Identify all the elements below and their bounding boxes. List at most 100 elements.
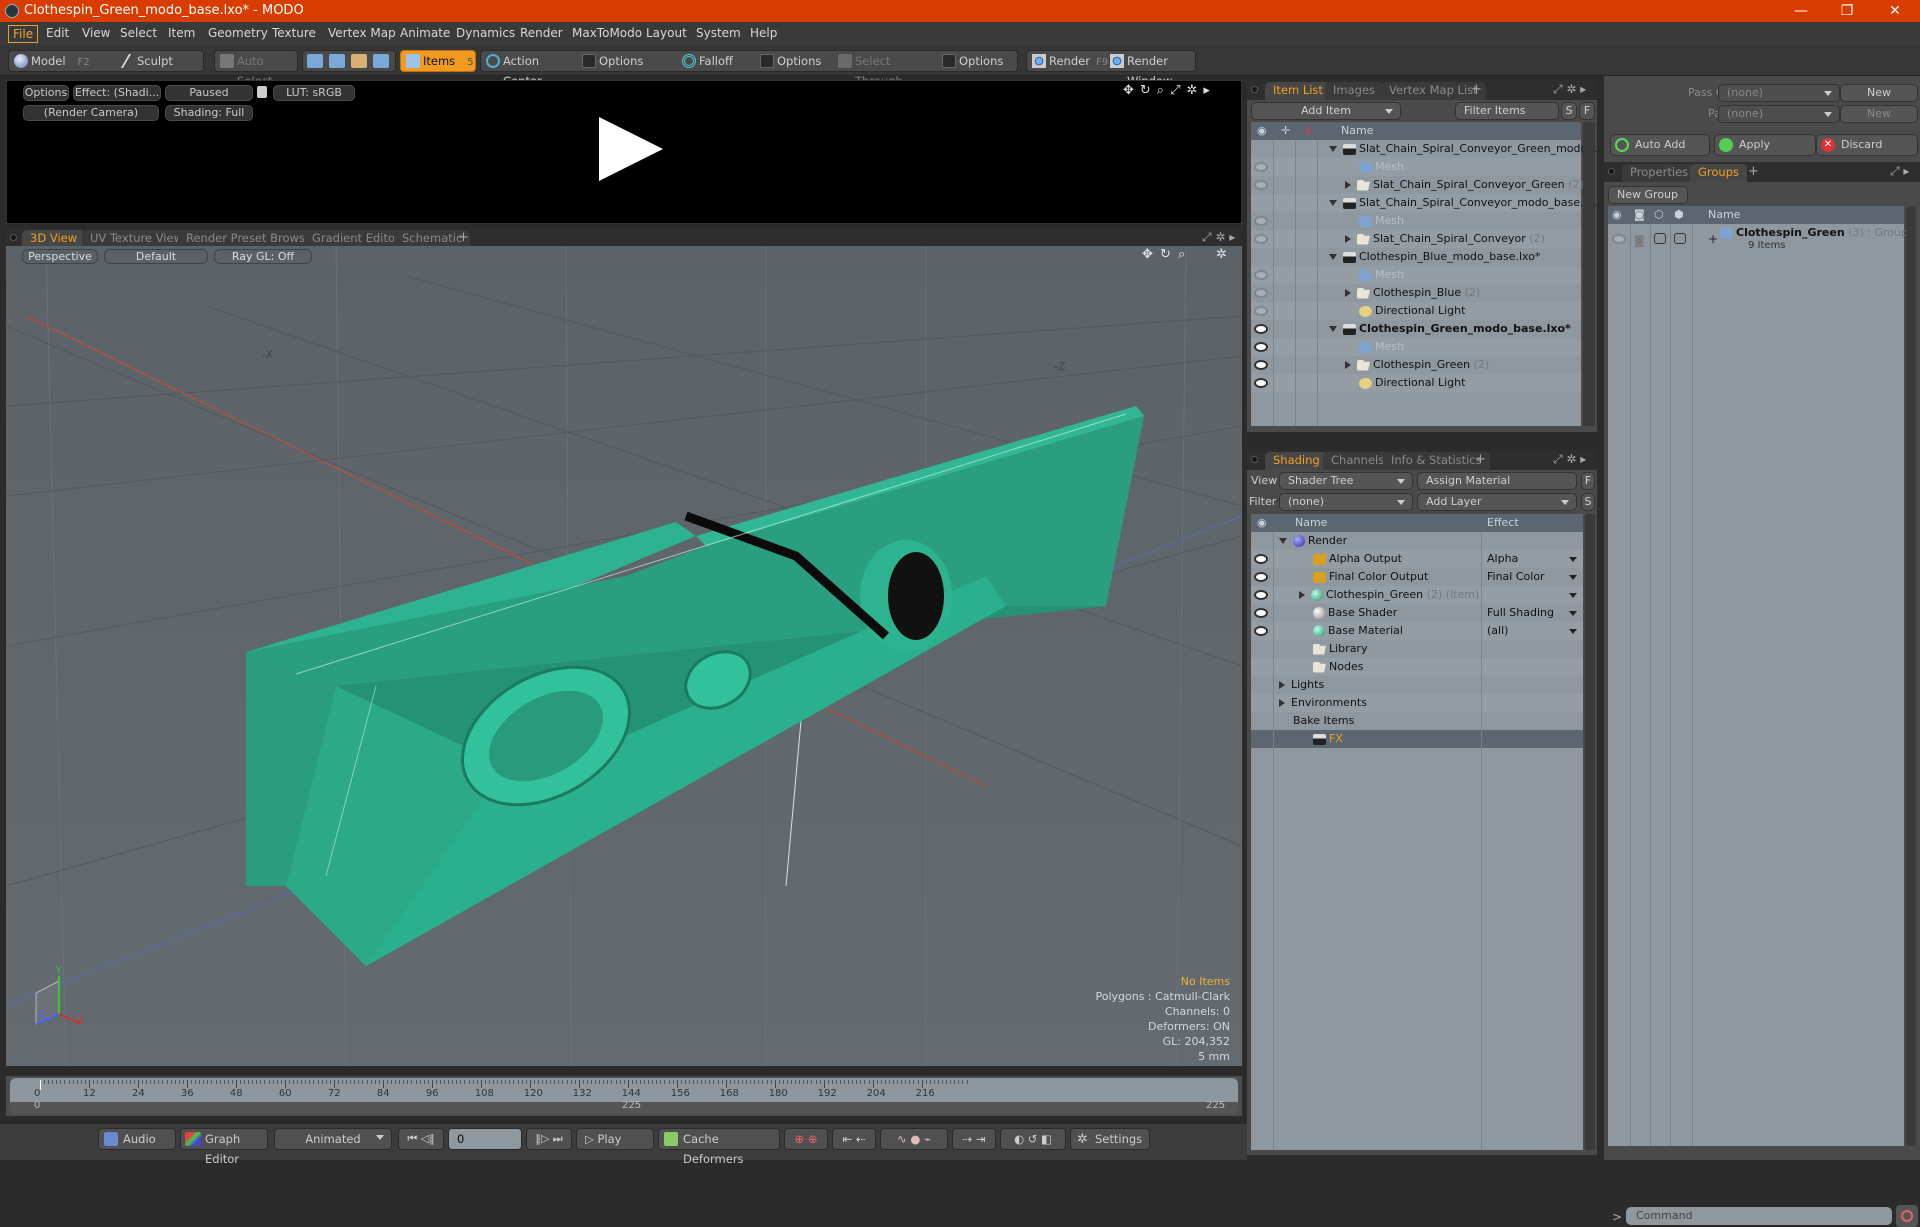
lock-icon[interactable] (257, 86, 267, 98)
shader-tree-row[interactable]: Lights (1251, 676, 1583, 694)
shading-dropdown[interactable]: Shading: Full (165, 105, 253, 121)
menu-dynamics[interactable]: Dynamics (452, 25, 519, 43)
groups-scrollbar[interactable] (1906, 206, 1916, 1146)
tab-properties[interactable]: Properties (1622, 164, 1697, 182)
edges-mode-icon[interactable] (329, 54, 345, 68)
menu-system[interactable]: System (692, 25, 745, 43)
tab-groups[interactable]: Groups (1690, 164, 1748, 182)
group-row[interactable]: ◙ + Clothespin_Green (3) : Group 9 Items (1608, 224, 1908, 256)
visibility-eye-icon[interactable] (1254, 342, 1268, 352)
visibility-eye-icon[interactable] (1254, 572, 1268, 582)
visibility-eye-icon[interactable] (1254, 554, 1268, 564)
falloff-button[interactable]: Falloff (677, 51, 755, 71)
play-icon[interactable] (599, 117, 663, 181)
filter-items-input[interactable]: Filter Items (1455, 102, 1559, 120)
menu-view[interactable]: View (78, 25, 114, 43)
items-mode-button[interactable]: Items 5 (401, 51, 475, 71)
menu-animate[interactable]: Animate (396, 25, 454, 43)
visibility-toggle[interactable] (1612, 234, 1626, 244)
shader-tree-row[interactable]: Bake Items (1251, 712, 1583, 730)
select-toggle[interactable] (1674, 233, 1686, 244)
frame-input[interactable]: 0 (448, 1128, 522, 1150)
visibility-eye-icon[interactable] (1254, 180, 1268, 190)
item-list-row[interactable]: Mesh (1251, 338, 1581, 356)
action-center-button[interactable]: Action Center (481, 51, 577, 88)
menu-edit[interactable]: Edit (42, 25, 73, 43)
menu-vertex-map[interactable]: Vertex Map (324, 25, 400, 43)
sculpt-mode-button[interactable]: Sculpt (115, 51, 203, 71)
shader-tree-row[interactable]: Environments (1251, 694, 1583, 712)
key-tools-buttons[interactable]: ◐ ↺ ◧ (1000, 1128, 1066, 1150)
new-pass-group-button[interactable]: New (1840, 84, 1918, 102)
menu-layout[interactable]: Layout (642, 25, 691, 43)
timeline-ruler[interactable]: 0 12 24 36 48 60 72 84 96 108 120 132 144 156 168 180 19… (10, 1078, 1238, 1102)
model-mode-button[interactable]: Model F2 (9, 51, 115, 71)
lut-dropdown[interactable]: LUT: sRGB (273, 85, 355, 101)
close-button[interactable]: ✕ (1872, 0, 1918, 22)
effect-dropdown-arrow-icon[interactable] (1569, 629, 1577, 634)
panel-options-icons[interactable]: ⤢ ▸ (1890, 164, 1909, 179)
visibility-eye-icon[interactable] (1254, 590, 1268, 600)
add-tab-icon[interactable]: + (1475, 452, 1486, 467)
materials-mode-icon[interactable] (373, 54, 389, 68)
name-column-header[interactable]: Name (1708, 206, 1740, 224)
animation-mode-dropdown[interactable]: Animated (274, 1128, 392, 1150)
timeline[interactable]: 0 12 24 36 48 60 72 84 96 108 120 132 144 156 168 180 19… (6, 1076, 1242, 1116)
item-list-row[interactable]: Mesh (1251, 158, 1581, 176)
shader-tree-row[interactable]: Base Material (all) (1251, 622, 1583, 640)
item-list-row[interactable]: Clothespin_Blue_modo_base.lxo* (1251, 248, 1581, 266)
add-layer-dropdown[interactable]: Add Layer (1417, 493, 1577, 511)
tab-images[interactable]: Images (1325, 82, 1384, 100)
next-key-buttons[interactable]: ⇢ ⇥ (952, 1128, 996, 1150)
falloff-options-button[interactable]: Options (755, 51, 833, 71)
collapse-arrow-icon[interactable] (1329, 200, 1337, 206)
menu-render[interactable]: Render (516, 25, 567, 43)
pass-groups-dropdown[interactable]: (none) (1718, 84, 1840, 102)
key-record-buttons[interactable]: ∿ ● ⌁ (880, 1128, 948, 1150)
audio-button[interactable]: Audio (98, 1128, 176, 1150)
expand-arrow-icon[interactable] (1279, 699, 1285, 707)
passes-dropdown[interactable]: (none) (1718, 105, 1840, 123)
expand-arrow-icon[interactable] (1345, 181, 1351, 189)
polygons-mode-icon[interactable] (351, 54, 367, 68)
shader-tree-scrollbar[interactable] (1585, 514, 1595, 1150)
filter-s-button[interactable]: S (1561, 102, 1577, 120)
filter-dropdown[interactable]: (none) (1279, 493, 1413, 511)
apply-button[interactable]: Apply (1714, 134, 1816, 156)
add-tab-icon[interactable]: + (458, 230, 469, 245)
expand-arrow-icon[interactable] (1279, 681, 1285, 689)
visibility-eye-icon[interactable] (1254, 270, 1268, 280)
playhead[interactable] (40, 1080, 41, 1090)
add-tab-icon[interactable]: + (1748, 164, 1759, 179)
panel-options-icons[interactable]: ⤢ ✲ ▸ (1553, 452, 1586, 467)
lock-toggle[interactable] (1654, 233, 1666, 244)
visibility-eye-icon[interactable] (1254, 324, 1268, 334)
action-center-options-button[interactable]: Options (577, 51, 673, 71)
shader-tree-row[interactable]: Render (1251, 532, 1583, 550)
collapse-arrow-icon[interactable] (1279, 538, 1287, 544)
visibility-eye-icon[interactable] (1254, 288, 1268, 298)
item-list-row[interactable]: Slat_Chain_Spiral_Conveyor (2) (1251, 230, 1581, 248)
graph-editor-button[interactable]: Graph Editor (180, 1128, 268, 1166)
assign-material-button[interactable]: Assign Material (1417, 472, 1577, 490)
3d-viewport[interactable]: -X -Z Y X Z Perspective Default Ray GL: … (6, 246, 1242, 1066)
menu-maxtomodo[interactable]: MaxToModo (568, 25, 646, 43)
item-list-row[interactable]: Clothespin_Green_modo_base.lxo* (1251, 320, 1581, 338)
visibility-eye-icon[interactable] (1254, 162, 1268, 172)
visibility-eye-icon[interactable] (1254, 626, 1268, 636)
item-list-scrollbar[interactable] (1583, 122, 1595, 426)
visibility-eye-icon[interactable] (1254, 608, 1268, 618)
auto-add-button[interactable]: Auto Add (1610, 134, 1710, 156)
shader-tree-row[interactable]: Clothespin_Green (2) (Item) (1251, 586, 1583, 604)
play-button[interactable]: ▷ Play (576, 1128, 654, 1150)
effect-column-header[interactable]: Effect (1487, 514, 1519, 532)
tab-channels[interactable]: Channels (1323, 452, 1393, 470)
shader-tree-row[interactable]: Base Shader Full Shading (1251, 604, 1583, 622)
restore-button[interactable]: ❐ (1824, 0, 1870, 22)
item-list-row[interactable]: Slat_Chain_Spiral_Conveyor_Green (2) (1251, 176, 1584, 194)
expand-group-icon[interactable]: + (1708, 232, 1718, 246)
add-item-dropdown[interactable]: Add Item (1251, 102, 1401, 120)
render-button[interactable]: Render F9 (1027, 51, 1108, 71)
visibility-eye-icon[interactable] (1254, 234, 1268, 244)
item-list-row[interactable]: Clothespin_Blue (2) (1251, 284, 1581, 302)
